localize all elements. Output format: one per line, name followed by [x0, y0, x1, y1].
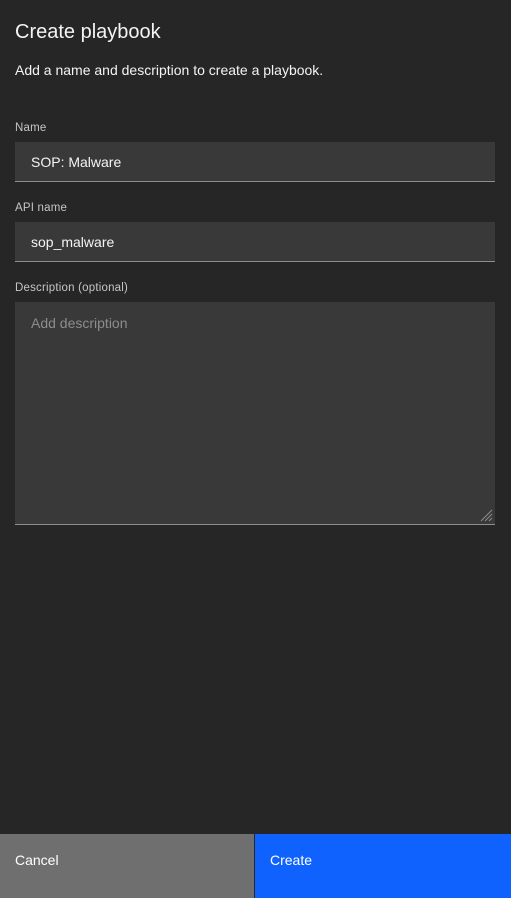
cancel-button[interactable]: Cancel	[0, 834, 254, 898]
create-playbook-panel: Create playbook Add a name and descripti…	[0, 0, 511, 898]
name-input[interactable]	[15, 142, 495, 182]
description-label: Description (optional)	[15, 282, 129, 294]
resize-handle-icon[interactable]	[479, 508, 493, 522]
dialog-subtitle: Add a name and description to create a p…	[15, 62, 324, 78]
create-button[interactable]: Create	[254, 834, 511, 898]
name-label: Name	[15, 122, 47, 134]
dialog-title: Create playbook	[15, 21, 161, 43]
dialog-footer: Cancel Create	[0, 834, 511, 898]
description-textarea[interactable]	[15, 302, 495, 525]
api-name-input[interactable]	[15, 222, 495, 262]
api-name-label: API name	[15, 202, 68, 214]
